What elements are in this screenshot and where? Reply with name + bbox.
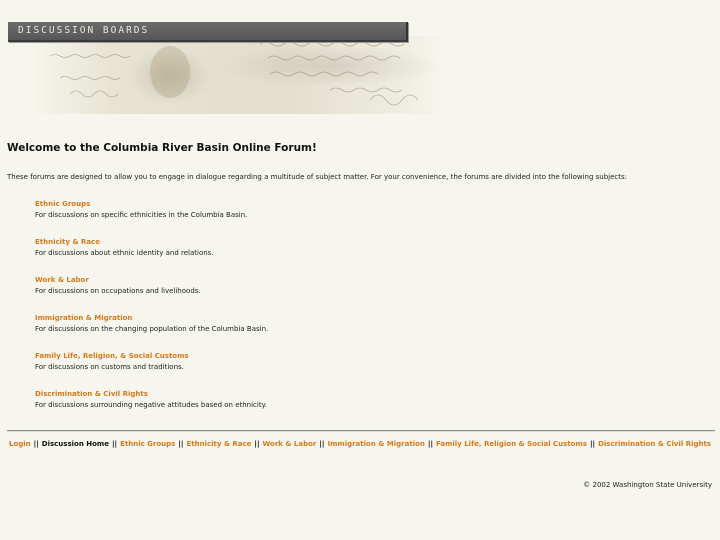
topic-description: For discussions on specific ethnicities … <box>35 211 248 219</box>
banner-title-bar: DISCUSSION BOARDS <box>8 22 408 42</box>
footer-link-work-labor[interactable]: Work & Labor <box>263 440 317 448</box>
topic-link-discrimination-civil-rights[interactable]: Discrimination & Civil Rights <box>35 389 535 399</box>
topic-link-work-labor[interactable]: Work & Labor <box>35 275 535 285</box>
forum-topic: Immigration & Migration For discussions … <box>35 313 535 351</box>
topic-description: For discussions on occupations and livel… <box>35 287 201 295</box>
topic-link-immigration-migration[interactable]: Immigration & Migration <box>35 313 535 323</box>
banner-title: DISCUSSION BOARDS <box>18 25 150 36</box>
footer-link-discrimination-civil-rights[interactable]: Discrimination & Civil Rights <box>598 440 711 448</box>
footer-link-immigration-migration[interactable]: Immigration & Migration <box>328 440 425 448</box>
nav-separator: || <box>254 440 260 448</box>
footer-navigation: Login || Discussion Home || Ethnic Groups || E… <box>0 440 720 448</box>
topic-description: For discussions on the changing populati… <box>35 325 269 333</box>
copyright-notice: © 2002 Washington State University <box>583 481 712 489</box>
forum-topic: Family Life, Religion, & Social Customs … <box>35 351 535 389</box>
topic-description: For discussions on customs and tradition… <box>35 363 184 371</box>
page-title: Welcome to the Columbia River Basin Onli… <box>7 142 317 154</box>
forum-topic: Ethnic Groups For discussions on specifi… <box>35 199 535 237</box>
footer-link-ethnicity-race[interactable]: Ethnicity & Race <box>186 440 251 448</box>
nav-separator: || <box>33 440 39 448</box>
handwriting-decoration <box>49 41 419 106</box>
footer-link-family-life[interactable]: Family Life, Religion & Social Customs <box>436 440 587 448</box>
nav-separator: || <box>427 440 434 448</box>
footer-link-login[interactable]: Login <box>9 440 31 448</box>
topic-link-family-life[interactable]: Family Life, Religion, & Social Customs <box>35 351 535 361</box>
nav-separator: || <box>589 440 596 448</box>
nav-separator: || <box>319 440 325 448</box>
forum-topic: Discrimination & Civil Rights For discus… <box>35 389 535 427</box>
topic-link-ethnicity-race[interactable]: Ethnicity & Race <box>35 237 535 247</box>
footer-link-ethnic-groups[interactable]: Ethnic Groups <box>120 440 175 448</box>
topic-link-ethnic-groups[interactable]: Ethnic Groups <box>35 199 535 209</box>
nav-separator: || <box>111 440 118 448</box>
nav-separator: || <box>178 440 184 448</box>
footer-divider <box>7 430 715 432</box>
forum-topic: Work & Labor For discussions on occupati… <box>35 275 535 313</box>
forum-topic-list: Ethnic Groups For discussions on specifi… <box>35 199 535 427</box>
topic-description: For discussions surrounding negative att… <box>35 401 267 409</box>
historic-document-image <box>30 36 446 114</box>
header-banner: DISCUSSION BOARDS <box>8 0 448 118</box>
intro-text: These forums are designed to allow you t… <box>7 173 627 181</box>
footer-current-discussion-home: Discussion Home <box>41 440 109 448</box>
forum-topic: Ethnicity & Race For discussions about e… <box>35 237 535 275</box>
page: DISCUSSION BOARDS Welcome to the Columbi… <box>0 0 720 540</box>
topic-description: For discussions about ethnic identity an… <box>35 249 214 257</box>
